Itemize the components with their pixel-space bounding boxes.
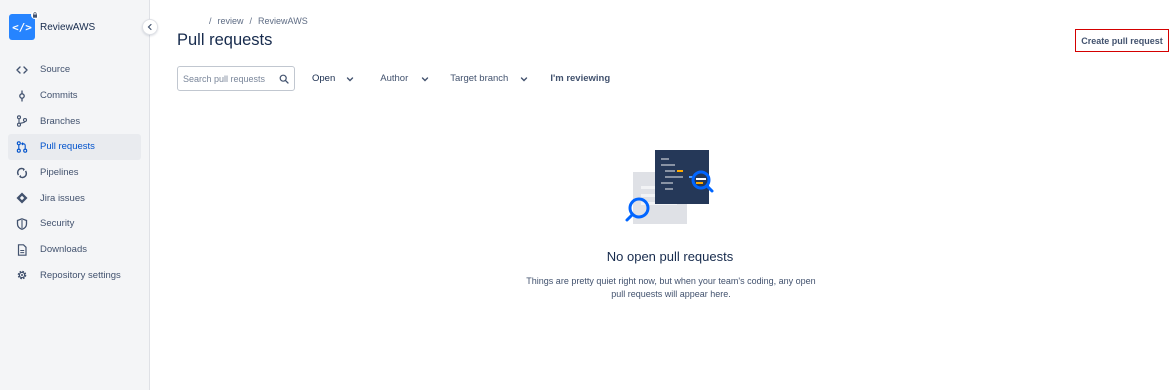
pull-request-icon	[16, 141, 28, 153]
sidebar-item-security[interactable]: Security	[8, 211, 141, 237]
sidebar-item-label: Source	[40, 64, 71, 76]
sidebar-item-label: Pipelines	[40, 167, 79, 179]
sidebar-item-pipelines[interactable]: Pipelines	[8, 160, 141, 186]
commit-icon	[16, 90, 28, 102]
page-title: Pull requests	[177, 31, 273, 49]
state-filter-dropdown[interactable]: Open	[312, 66, 354, 91]
chevron-left-icon	[147, 23, 152, 31]
target-branch-filter-dropdown[interactable]: Target branch	[450, 66, 528, 91]
im-reviewing-filter[interactable]: I'm reviewing	[550, 73, 610, 84]
lock-icon	[31, 11, 39, 19]
sidebar-item-source[interactable]: Source	[8, 57, 141, 83]
repo-header[interactable]: </> ReviewAWS	[9, 11, 96, 40]
collapse-sidebar-button[interactable]	[142, 19, 158, 35]
create-pull-request-button[interactable]: Create pull request	[1075, 29, 1169, 52]
sidebar-item-label: Repository settings	[40, 269, 121, 281]
breadcrumb-separator: /	[209, 16, 212, 26]
breadcrumb-separator: /	[249, 16, 253, 26]
code-icon: </>	[12, 20, 32, 34]
repo-avatar: </>	[9, 11, 39, 40]
branch-icon	[16, 115, 28, 127]
sidebar: </> ReviewAWS Source Commits Branches Pu…	[0, 0, 150, 390]
search-input[interactable]	[183, 73, 278, 84]
sidebar-item-jira-issues[interactable]: Jira issues	[8, 185, 141, 211]
app-window: </> ReviewAWS Source Commits Branches Pu…	[0, 0, 1169, 390]
sidebar-item-pull-requests[interactable]: Pull requests	[8, 134, 141, 160]
sidebar-item-label: Commits	[40, 90, 78, 102]
sidebar-item-label: Security	[40, 218, 75, 230]
sidebar-item-branches[interactable]: Branches	[8, 108, 141, 134]
jira-icon	[16, 192, 28, 204]
repo-name: ReviewAWS	[40, 21, 96, 33]
empty-state-title: No open pull requests	[606, 249, 734, 264]
author-filter-label: Author	[380, 73, 409, 84]
filter-bar: Open Author Target branch I'm reviewing	[177, 66, 610, 91]
chevron-down-icon	[347, 76, 354, 81]
pipelines-icon	[16, 167, 28, 179]
state-filter-label: Open	[312, 73, 336, 84]
code-icon	[16, 64, 28, 76]
search-box	[177, 66, 295, 91]
chevron-down-icon	[422, 76, 429, 81]
target-branch-filter-label: Target branch	[450, 73, 509, 84]
sidebar-item-repository-settings[interactable]: Repository settings	[8, 263, 141, 289]
sidebar-item-label: Branches	[40, 115, 81, 127]
chevron-down-icon	[521, 76, 528, 81]
empty-state-description: Things are pretty quiet right now, but w…	[526, 276, 816, 299]
search-icon[interactable]	[279, 74, 289, 84]
shield-icon	[16, 218, 28, 230]
breadcrumb-workspace[interactable]: review	[218, 16, 244, 26]
author-filter-dropdown[interactable]: Author	[380, 66, 429, 91]
sidebar-item-label: Pull requests	[40, 141, 95, 153]
sidebar-item-commits[interactable]: Commits	[8, 83, 141, 109]
empty-state-illustration	[625, 150, 714, 224]
gear-icon	[16, 269, 28, 281]
breadcrumb: / review / ReviewAWS	[209, 16, 314, 26]
breadcrumb-repo[interactable]: ReviewAWS	[258, 16, 308, 26]
sidebar-item-label: Jira issues	[40, 192, 85, 204]
